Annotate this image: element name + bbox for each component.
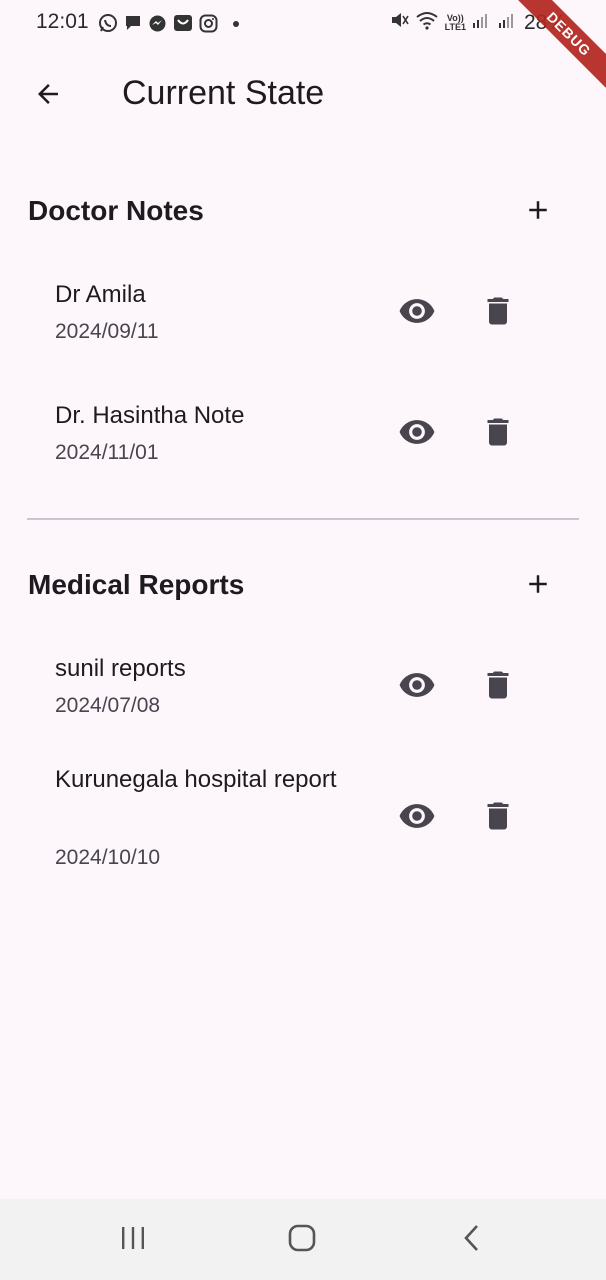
add-doctor-note-button[interactable] <box>514 188 562 236</box>
delete-button[interactable] <box>474 289 522 337</box>
section-title-doctor-notes: Doctor Notes <box>28 195 204 226</box>
volte-icon: Vo)) LTE1 <box>445 14 466 32</box>
status-time: 12:01 <box>36 10 89 33</box>
eye-icon <box>398 292 436 335</box>
signal-icon-2 <box>498 11 518 35</box>
medical-report-date: 2024/10/10 <box>55 846 161 869</box>
doctor-note-date: 2024/11/01 <box>55 441 159 464</box>
home-button[interactable] <box>274 1212 330 1268</box>
messenger-icon <box>148 14 167 33</box>
section-title-medical-reports: Medical Reports <box>28 569 245 600</box>
view-button[interactable] <box>393 794 441 842</box>
back-nav-button[interactable] <box>444 1212 500 1268</box>
whatsapp-icon <box>98 13 118 33</box>
wifi-icon <box>415 10 439 36</box>
view-button[interactable] <box>393 410 441 458</box>
trash-icon <box>480 293 516 334</box>
arrow-back-icon <box>33 79 63 114</box>
recent-apps-icon <box>119 1225 147 1256</box>
section-divider <box>27 518 579 520</box>
volte-label-bottom: LTE1 <box>444 22 466 32</box>
back-button[interactable] <box>24 72 72 120</box>
trash-icon <box>480 667 516 708</box>
view-button[interactable] <box>393 663 441 711</box>
dot-icon <box>224 14 242 32</box>
page-title: Current State <box>122 74 325 112</box>
eye-icon <box>398 797 436 840</box>
medical-report-title[interactable]: sunil reports <box>55 648 355 689</box>
add-medical-report-button[interactable] <box>514 562 562 610</box>
doctor-note-title[interactable]: Dr Amila <box>55 274 355 315</box>
medical-report-date: 2024/07/08 <box>55 694 161 717</box>
doctor-note-title[interactable]: Dr. Hasintha Note <box>55 395 355 436</box>
delete-button[interactable] <box>474 410 522 458</box>
medical-report-title[interactable]: Kurunegala hospital report <box>55 759 355 800</box>
trash-icon <box>480 798 516 839</box>
recent-apps-button[interactable] <box>105 1212 161 1268</box>
add-icon <box>523 195 553 230</box>
home-icon <box>287 1223 317 1258</box>
notification-icons <box>98 13 242 33</box>
eye-icon <box>398 413 436 456</box>
back-nav-icon <box>461 1223 483 1258</box>
eye-icon <box>398 666 436 709</box>
message-icon <box>124 14 142 32</box>
view-button[interactable] <box>393 289 441 337</box>
mute-icon <box>389 10 409 36</box>
signal-icon <box>472 11 492 35</box>
delete-button[interactable] <box>474 794 522 842</box>
email-icon <box>173 13 193 33</box>
instagram-icon <box>199 14 218 33</box>
add-icon <box>523 569 553 604</box>
delete-button[interactable] <box>474 663 522 711</box>
doctor-note-date: 2024/09/11 <box>55 320 159 343</box>
trash-icon <box>480 414 516 455</box>
